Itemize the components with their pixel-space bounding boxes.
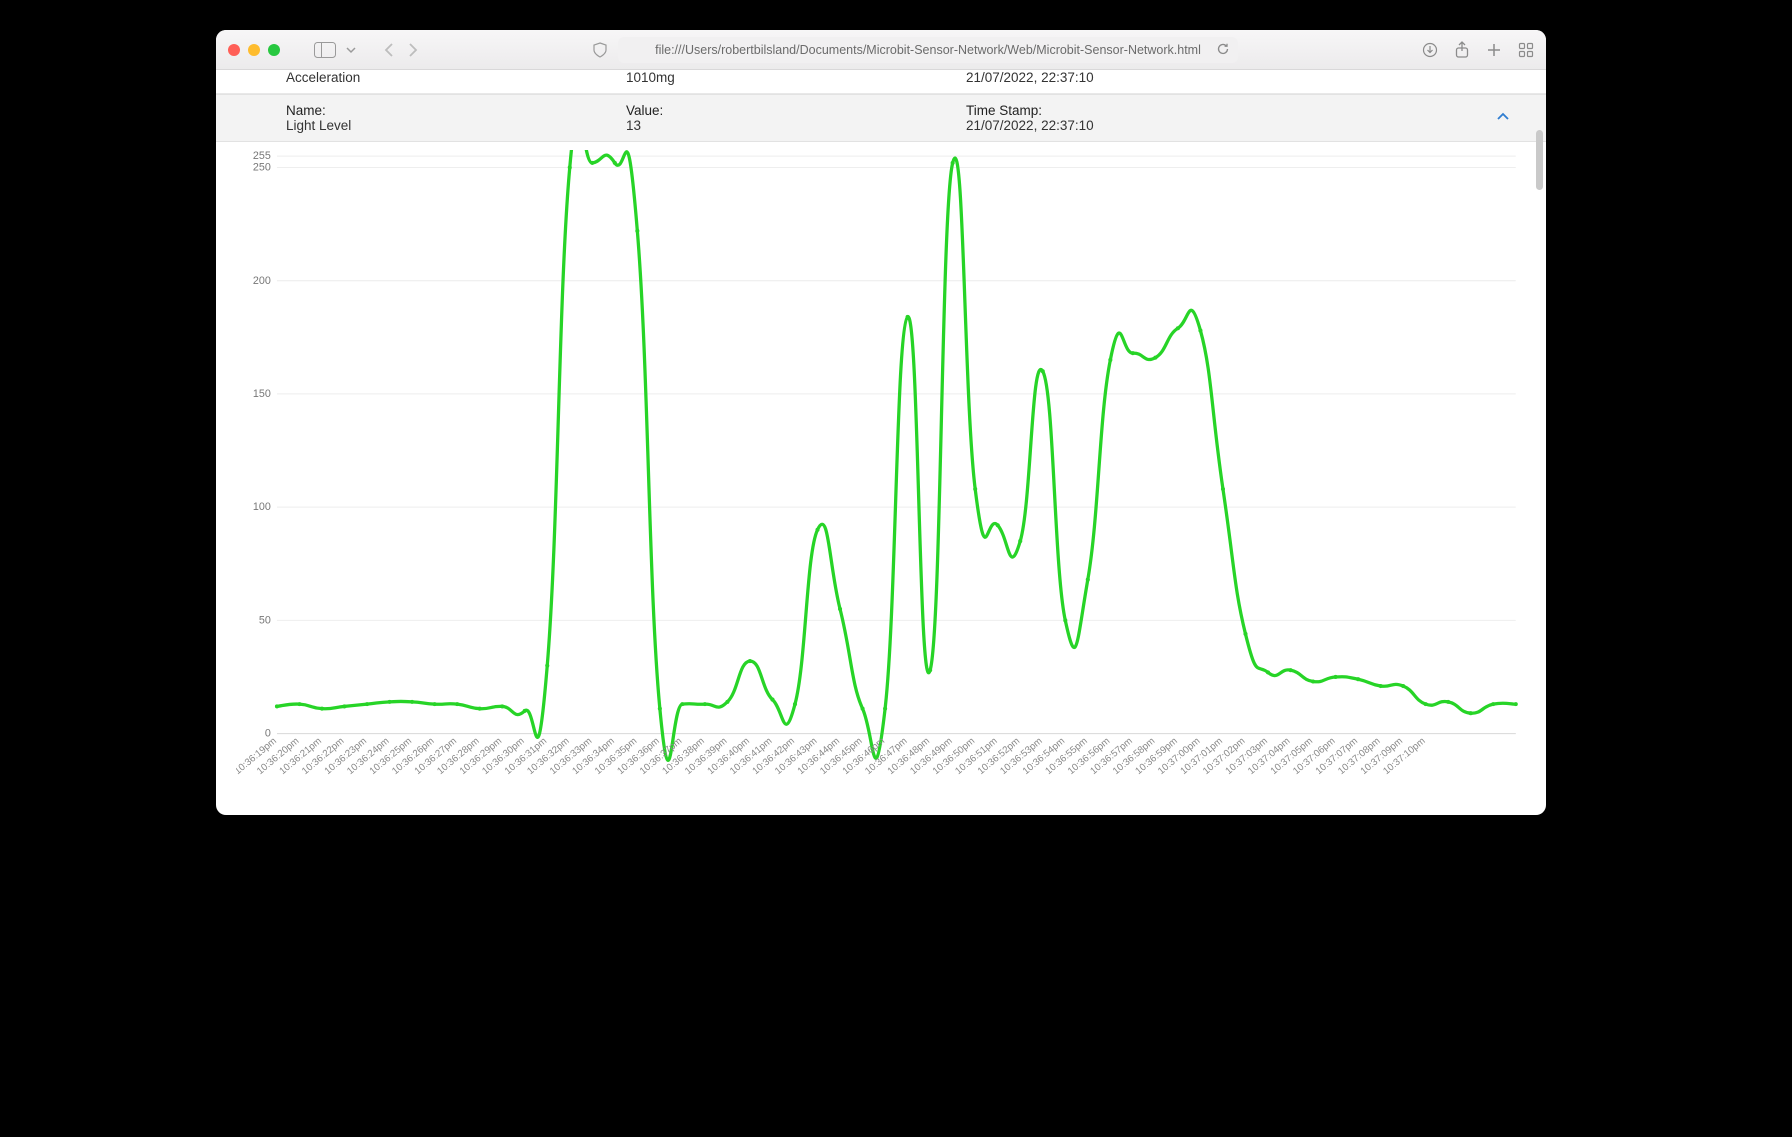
traffic-lights xyxy=(228,44,280,56)
scrollbar-thumb[interactable] xyxy=(1536,130,1543,190)
timestamp-label: Time Stamp: xyxy=(966,103,1466,118)
window-close-button[interactable] xyxy=(228,44,240,56)
titlebar: file:///Users/robertbilsland/Documents/M… xyxy=(216,30,1546,70)
sensor-name: Light Level xyxy=(286,118,626,133)
sensor-timestamp: 21/07/2022, 22:37:10 xyxy=(966,118,1466,133)
page-content: Acceleration 1010mg 21/07/2022, 22:37:10… xyxy=(216,70,1546,815)
window-zoom-button[interactable] xyxy=(268,44,280,56)
url-text: file:///Users/robertbilsland/Documents/M… xyxy=(655,43,1201,57)
svg-text:255: 255 xyxy=(253,150,271,162)
name-label: Name: xyxy=(286,103,626,118)
svg-text:150: 150 xyxy=(253,388,271,400)
privacy-report-button[interactable] xyxy=(592,42,608,58)
sensor-timestamp: 21/07/2022, 22:37:10 xyxy=(966,70,1466,85)
back-button[interactable] xyxy=(384,42,396,58)
downloads-button[interactable] xyxy=(1422,42,1438,58)
sensor-value: 13 xyxy=(626,118,966,133)
url-bar[interactable]: file:///Users/robertbilsland/Documents/M… xyxy=(618,37,1238,63)
sensor-name: Acceleration xyxy=(286,70,626,85)
window-minimize-button[interactable] xyxy=(248,44,260,56)
share-button[interactable] xyxy=(1454,41,1470,59)
safari-window: file:///Users/robertbilsland/Documents/M… xyxy=(216,30,1546,815)
toolbar-dropdown-button[interactable] xyxy=(346,45,356,55)
tab-overview-button[interactable] xyxy=(1518,42,1534,58)
svg-text:200: 200 xyxy=(253,275,271,287)
reload-button[interactable] xyxy=(1216,42,1230,59)
forward-button[interactable] xyxy=(406,42,418,58)
sensor-row-acceleration[interactable]: Acceleration 1010mg 21/07/2022, 22:37:10 xyxy=(216,70,1546,94)
svg-text:100: 100 xyxy=(253,501,271,513)
value-label: Value: xyxy=(626,103,966,118)
new-tab-button[interactable] xyxy=(1486,42,1502,58)
chart-svg: 05010015020025025510:36:19pm10:36:20pm10… xyxy=(236,150,1526,805)
sensor-row-light[interactable]: Name: Light Level Value: 13 Time Stamp: … xyxy=(216,94,1546,142)
svg-text:250: 250 xyxy=(253,162,271,174)
svg-text:50: 50 xyxy=(259,614,271,626)
collapse-icon[interactable] xyxy=(1496,111,1510,125)
sensor-value: 1010mg xyxy=(626,70,966,85)
sidebar-toggle-button[interactable] xyxy=(314,42,336,58)
light-level-chart: 05010015020025025510:36:19pm10:36:20pm10… xyxy=(216,142,1546,815)
